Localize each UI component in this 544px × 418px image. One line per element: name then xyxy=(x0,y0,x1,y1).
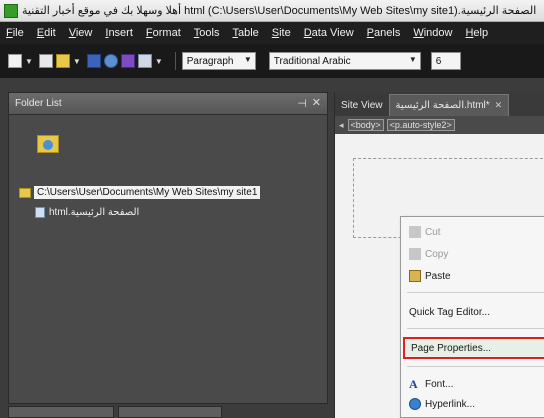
menu-panels[interactable]: Panels xyxy=(367,27,401,39)
new-document-icon[interactable] xyxy=(38,54,53,68)
open-folder-icon[interactable] xyxy=(55,54,70,68)
publish-icon[interactable] xyxy=(103,54,118,68)
chevron-down-icon: ▼ xyxy=(243,55,252,64)
font-icon: A xyxy=(409,377,418,391)
menu-view[interactable]: View xyxy=(69,27,93,39)
toolbar: ▼ ▼ ▼ Paragraph ▼ Traditional Arabic ▼ 6 xyxy=(0,44,544,78)
bottom-tab[interactable] xyxy=(118,406,222,418)
app-icon xyxy=(4,3,18,18)
close-tab-icon[interactable]: ✕ xyxy=(495,100,503,111)
panel-header: Folder List ⊣ ✕ xyxy=(9,93,327,115)
html-file-icon xyxy=(35,207,45,218)
hyperlink-icon xyxy=(409,398,421,410)
cm-cut[interactable]: Cut xyxy=(403,221,544,243)
file-label: الصفحة الرئيسية.html xyxy=(49,207,140,218)
folder-icon xyxy=(19,187,31,198)
quick-tag-selector: ◂ <body> <p.auto-style2> xyxy=(335,116,544,134)
menu-separator xyxy=(407,328,544,329)
panel-title: Folder List xyxy=(15,98,62,109)
folder-tree-file[interactable]: الصفحة الرئيسية.html xyxy=(35,207,139,218)
chevron-down-icon[interactable]: ▼ xyxy=(73,57,81,66)
menu-table[interactable]: Table xyxy=(232,27,258,39)
editor-tabs: Site View الصفحة الرئيسية.html* ✕ xyxy=(335,92,544,116)
cm-paste[interactable]: Paste xyxy=(403,265,544,287)
tag-body[interactable]: <body> xyxy=(347,119,384,131)
chevron-down-icon[interactable]: ▼ xyxy=(155,57,163,66)
cm-font[interactable]: A Font... xyxy=(403,373,544,395)
menu-separator xyxy=(407,366,544,367)
menu-help[interactable]: Help xyxy=(465,27,488,39)
window-title: الصفحة الرئيسية.html (C:\Users\User\Docu… xyxy=(22,5,537,17)
site-folder-icon[interactable] xyxy=(37,135,59,153)
menu-site[interactable]: Site xyxy=(272,27,291,39)
scissors-icon xyxy=(409,226,421,238)
toolbar-separator xyxy=(262,52,263,70)
folder-tree-root[interactable]: C:\Users\User\Documents\My Web Sites\my … xyxy=(19,186,261,199)
tab-page[interactable]: الصفحة الرئيسية.html* ✕ xyxy=(388,94,510,116)
menu-file[interactable]: File xyxy=(6,27,24,39)
root-folder-label: C:\Users\User\Documents\My Web Sites\my … xyxy=(34,186,261,199)
pin-icon[interactable]: ⊣ xyxy=(297,97,307,110)
chevron-down-icon: ▼ xyxy=(408,55,417,64)
paste-icon xyxy=(409,270,421,282)
cm-page-properties[interactable]: Page Properties... xyxy=(403,337,544,359)
font-select[interactable]: Traditional Arabic ▼ xyxy=(268,52,421,70)
cm-copy[interactable]: Copy xyxy=(403,243,544,265)
style-select[interactable]: Paragraph ▼ xyxy=(181,52,256,70)
close-icon[interactable]: ✕ xyxy=(312,96,321,109)
menu-data-view[interactable]: Data View xyxy=(304,27,354,39)
menu-tools[interactable]: Tools xyxy=(194,27,220,39)
chevron-down-icon[interactable]: ▼ xyxy=(25,57,33,66)
database-icon[interactable] xyxy=(120,54,135,68)
preview-icon[interactable] xyxy=(137,54,152,68)
menu-separator xyxy=(407,292,544,293)
cm-quick-tag-editor[interactable]: Quick Tag Editor... xyxy=(403,301,544,323)
toolbar-separator xyxy=(174,52,176,70)
cm-hyperlink[interactable]: Hyperlink... xyxy=(403,393,544,415)
menu-bar: File Edit View Insert Format Tools Table… xyxy=(0,22,544,44)
new-page-icon[interactable] xyxy=(8,54,22,68)
menu-edit[interactable]: Edit xyxy=(37,27,56,39)
copy-icon xyxy=(409,248,421,260)
tab-site-view[interactable]: Site View xyxy=(335,94,389,116)
bottom-tab[interactable] xyxy=(8,406,114,418)
context-menu: Cut Copy Paste Quick Tag Editor... Page … xyxy=(400,216,544,418)
folder-list-panel: Folder List ⊣ ✕ C:\Users\User\Documents\… xyxy=(8,92,328,404)
menu-window[interactable]: Window xyxy=(413,27,452,39)
menu-insert[interactable]: Insert xyxy=(105,27,133,39)
menu-format[interactable]: Format xyxy=(146,27,181,39)
save-icon[interactable] xyxy=(86,54,101,68)
tag-p[interactable]: <p.auto-style2> xyxy=(386,119,455,131)
font-size-select[interactable]: 6 xyxy=(430,52,461,70)
chevron-left-icon[interactable]: ◂ xyxy=(339,120,344,131)
bottom-panel-tabs xyxy=(8,406,328,418)
title-bar: الصفحة الرئيسية.html (C:\Users\User\Docu… xyxy=(0,0,544,22)
